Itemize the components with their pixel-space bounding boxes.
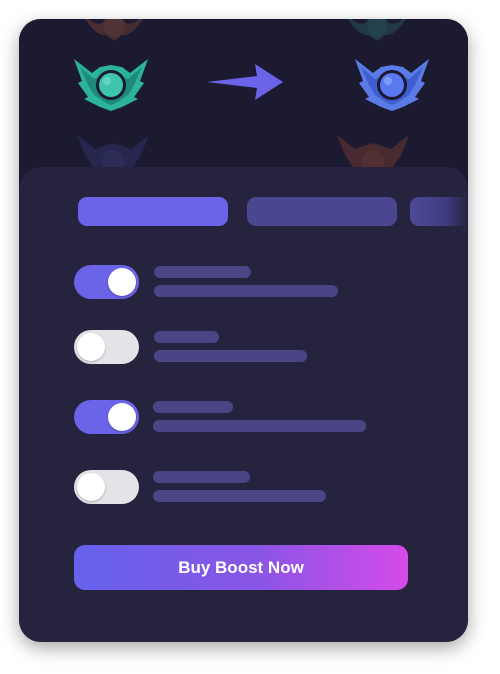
toggle-knob (108, 268, 136, 296)
option-1-desc-placeholder (154, 285, 338, 297)
option-4-desc-placeholder (153, 490, 326, 502)
target-rank-emblem-icon (355, 59, 429, 111)
option-3-toggle[interactable] (74, 400, 139, 434)
faded-rank-emblem-icon (348, 19, 406, 41)
option-2-desc-placeholder (154, 350, 307, 362)
option-3-title-placeholder (153, 401, 233, 413)
buy-boost-button[interactable]: Buy Boost Now (74, 545, 408, 590)
option-2-title-placeholder (154, 331, 219, 343)
option-2-toggle[interactable] (74, 330, 139, 364)
option-1-title-placeholder (154, 266, 251, 278)
option-4-title-placeholder (153, 471, 250, 483)
boost-card: Buy Boost Now (19, 19, 468, 642)
option-row-3 (74, 397, 424, 437)
option-3-desc-placeholder (153, 420, 366, 432)
arrow-right-icon (207, 64, 283, 100)
option-4-toggle[interactable] (74, 470, 139, 504)
toggle-knob (77, 473, 105, 501)
faded-rank-emblem-icon (85, 19, 143, 41)
option-row-2 (74, 327, 424, 367)
option-row-4 (74, 467, 424, 507)
tab-1[interactable] (78, 197, 228, 226)
tab-3[interactable] (410, 197, 468, 226)
toggle-knob (77, 333, 105, 361)
option-1-toggle[interactable] (74, 265, 139, 299)
tab-2[interactable] (247, 197, 397, 226)
options-panel: Buy Boost Now (19, 167, 468, 642)
toggle-knob (108, 403, 136, 431)
rank-header (19, 19, 468, 189)
option-row-1 (74, 262, 424, 302)
current-rank-emblem-icon (74, 59, 148, 111)
